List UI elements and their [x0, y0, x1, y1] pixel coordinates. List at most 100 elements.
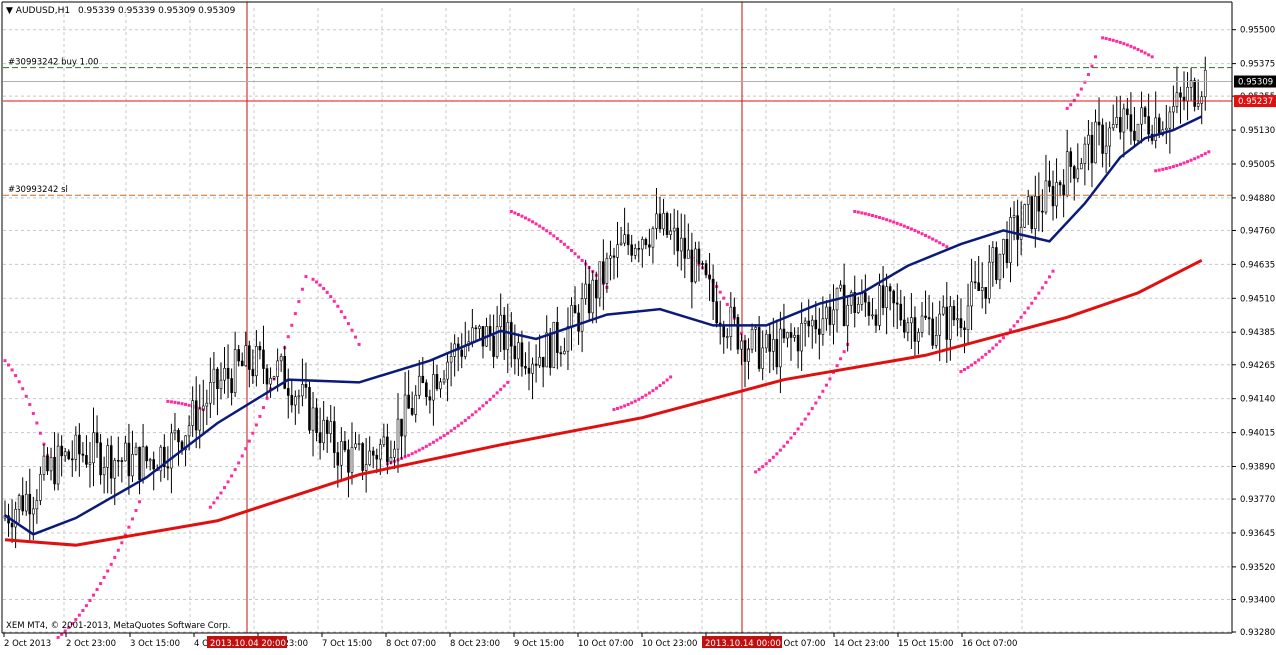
bull-candle: [1065, 151, 1069, 196]
sar-dot: [796, 427, 800, 431]
sar-dot: [336, 304, 340, 308]
bear-candle: [818, 328, 821, 335]
sar-dot: [414, 450, 418, 454]
bull-candle: [187, 425, 191, 437]
bull-candle: [871, 314, 874, 317]
bear-candle: [963, 327, 966, 331]
bull-candle: [39, 474, 42, 501]
sar-dot: [446, 431, 450, 435]
sar-dot: [456, 424, 460, 428]
bear-candle: [1179, 92, 1182, 98]
order-lines: #30993242 buy 1.00 #30993242 sl: [3, 58, 1232, 196]
bull-candle: [141, 446, 145, 480]
sar-dot: [499, 387, 503, 391]
bull-candle: [545, 332, 549, 368]
bull-candle: [350, 447, 354, 473]
y-tick-label: 0.94140: [1240, 395, 1275, 405]
bear-candle: [216, 368, 219, 389]
price-chart[interactable]: #30993242 buy 1.00 #30993242 sl 0.95500 0.…: [0, 0, 1276, 652]
bear-candle: [690, 249, 694, 283]
menu-triangle-icon[interactable]: ▼: [6, 6, 13, 16]
sar-dot: [531, 220, 535, 224]
bear-candle: [881, 285, 885, 308]
bull-candle: [740, 340, 743, 350]
sar-dot: [863, 212, 867, 216]
sar-dot: [1136, 47, 1140, 51]
sar-dot: [807, 412, 811, 416]
sar-dot: [237, 461, 241, 465]
bear-candle: [807, 320, 811, 327]
bull-candle: [616, 244, 619, 258]
sar-dot: [438, 436, 442, 440]
sar-dot: [180, 402, 184, 406]
bull-candle: [772, 339, 775, 352]
bull-candle: [966, 305, 970, 331]
red-level-label: 0.95237: [1238, 97, 1273, 107]
bear-candle: [782, 328, 786, 339]
bear-candle: [400, 418, 403, 437]
sar-dot: [3, 359, 7, 363]
sar-dot: [963, 368, 967, 372]
bear-candle: [612, 255, 616, 258]
sar-dot: [757, 467, 761, 471]
bear-candle: [683, 237, 687, 259]
bull-candle: [223, 367, 226, 381]
sar-dot: [431, 440, 435, 444]
bull-candle: [655, 213, 658, 229]
bull-candle: [379, 444, 382, 460]
bull-candle: [113, 460, 117, 479]
sar-dot: [1065, 106, 1069, 110]
sar-dot: [1182, 161, 1186, 165]
bear-candle: [460, 349, 464, 357]
sar-dot: [315, 280, 319, 284]
bear-candle: [67, 451, 71, 460]
sar-dot: [99, 582, 103, 586]
bear-candle: [1048, 180, 1051, 187]
sar-dot: [1164, 167, 1168, 171]
x-tick-label: 3 Oct 15:00: [130, 639, 180, 649]
sar-dot: [21, 387, 25, 391]
sar-dot: [764, 462, 768, 466]
sar-dot: [789, 436, 793, 440]
sar-dot: [293, 312, 297, 316]
sar-dot: [421, 446, 425, 450]
bear-candle: [481, 326, 485, 347]
bull-candle: [124, 442, 127, 462]
bear-candle: [46, 455, 49, 472]
sar-dot: [485, 401, 489, 405]
sar-dot: [212, 501, 216, 505]
bear-candle: [371, 450, 375, 456]
sar-dot: [1147, 53, 1151, 57]
bear-candle: [1069, 151, 1073, 167]
bear-candle: [711, 278, 715, 302]
bull-candle: [439, 381, 442, 390]
bear-candle: [1129, 114, 1133, 132]
chart-canvas[interactable]: #30993242 buy 1.00 #30993242 sl 0.95500 0.…: [0, 0, 1276, 652]
bear-candle: [842, 284, 846, 327]
bull-candle: [1076, 168, 1080, 179]
sar-dot: [17, 380, 21, 384]
x-tick-label: 2 Oct 23:00: [66, 639, 116, 649]
bull-candle: [764, 333, 768, 349]
bear-candle: [127, 442, 131, 477]
bear-candle: [892, 290, 895, 304]
sar-dot: [81, 609, 85, 613]
sar-dot: [998, 339, 1002, 343]
bull-candle: [839, 284, 842, 289]
bear-candle: [1097, 121, 1101, 126]
bull-candle: [1012, 215, 1016, 218]
sar-dot: [867, 213, 871, 217]
sar-dot: [1026, 306, 1030, 310]
sar-dot: [945, 245, 949, 249]
bear-candle: [410, 407, 414, 415]
sar-dot: [354, 335, 358, 339]
bull-candle: [1083, 143, 1087, 164]
bull-candle: [212, 368, 216, 383]
sar-dot: [1129, 44, 1133, 48]
bull-candle: [1115, 117, 1119, 125]
symbol-timeframe: AUDUSD,H1: [16, 6, 70, 16]
bear-candle: [924, 315, 927, 318]
sar-dot: [506, 380, 510, 384]
sar-dot: [647, 391, 651, 395]
sar-dot: [297, 300, 301, 304]
